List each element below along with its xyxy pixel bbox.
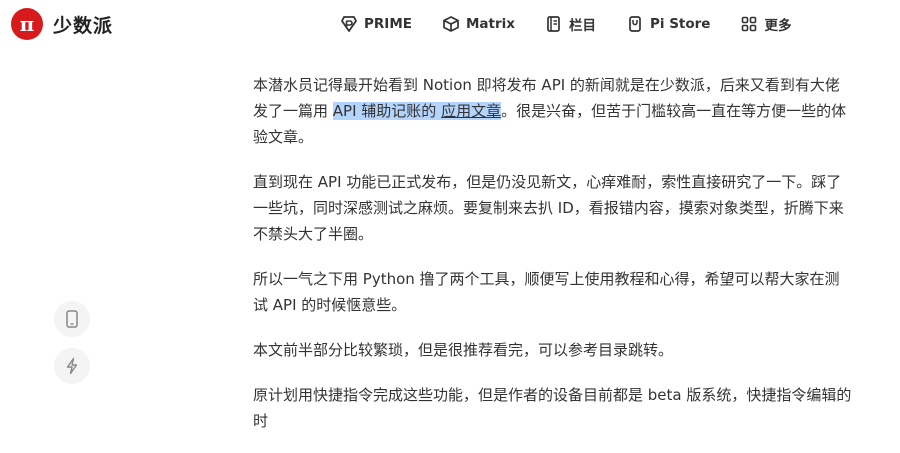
matrix-icon xyxy=(443,16,459,32)
grid-icon xyxy=(742,16,757,32)
article-paragraph: 原计划用快捷指令完成这些功能，但是作者的设备目前都是 beta 版系统，快捷指令… xyxy=(253,386,852,430)
columns-icon xyxy=(547,16,560,32)
mobile-icon xyxy=(66,310,78,328)
nav-item-more[interactable]: 更多 xyxy=(740,14,791,34)
lightning-icon xyxy=(66,357,78,375)
quick-action-button[interactable] xyxy=(54,348,90,384)
store-icon xyxy=(629,16,641,32)
mobile-view-button[interactable] xyxy=(54,301,90,337)
nav-item-columns[interactable]: 栏目 xyxy=(545,14,596,34)
article-paragraph: 所以一气之下用 Python 撸了两个工具，顺便写上使用教程和心得，希望可以帮大… xyxy=(253,270,840,314)
nav-label: Matrix xyxy=(465,16,515,32)
logo-text: 少数派 xyxy=(53,14,114,37)
app-article-link[interactable]: 应用文章 xyxy=(441,102,501,120)
nav-item-pi-store[interactable]: Pi Store xyxy=(626,15,711,33)
article-paragraph: 本文前半部分比较繁琐，但是很推荐看完，可以参考目录跳转。 xyxy=(253,341,674,359)
article-paragraph: 本潜水员记得最开始看到 Notion 即将发布 API 的新闻就是在少数派，后来… xyxy=(253,72,853,150)
article-body: 本潜水员记得最开始看到 Notion 即将发布 API 的新闻就是在少数派，后来… xyxy=(253,72,853,453)
article-paragraph: 直到现在 API 功能已正式发布，但是仍没见新文，心痒难耐，索性直接研究了一下。… xyxy=(253,173,844,243)
nav-label: 更多 xyxy=(764,18,792,34)
top-navigation-bar: π 少数派 PRIME Matrix 栏目 Pi Store 更多 xyxy=(0,0,900,48)
nav-label: 栏目 xyxy=(568,18,596,34)
highlighted-text: API 辅助记账的 xyxy=(332,102,442,120)
main-nav: PRIME Matrix 栏目 Pi Store 更多 xyxy=(340,12,791,36)
prime-icon xyxy=(341,16,357,32)
selected-text-highlight[interactable]: API 辅助记账的 应用文章 xyxy=(332,102,502,120)
logo-pi-icon: π xyxy=(11,8,43,40)
nav-label: Pi Store xyxy=(649,16,711,32)
nav-item-prime[interactable]: PRIME xyxy=(340,15,412,33)
nav-item-matrix[interactable]: Matrix xyxy=(442,15,515,33)
site-logo[interactable]: π 少数派 xyxy=(11,8,113,40)
nav-label: PRIME xyxy=(364,16,412,32)
